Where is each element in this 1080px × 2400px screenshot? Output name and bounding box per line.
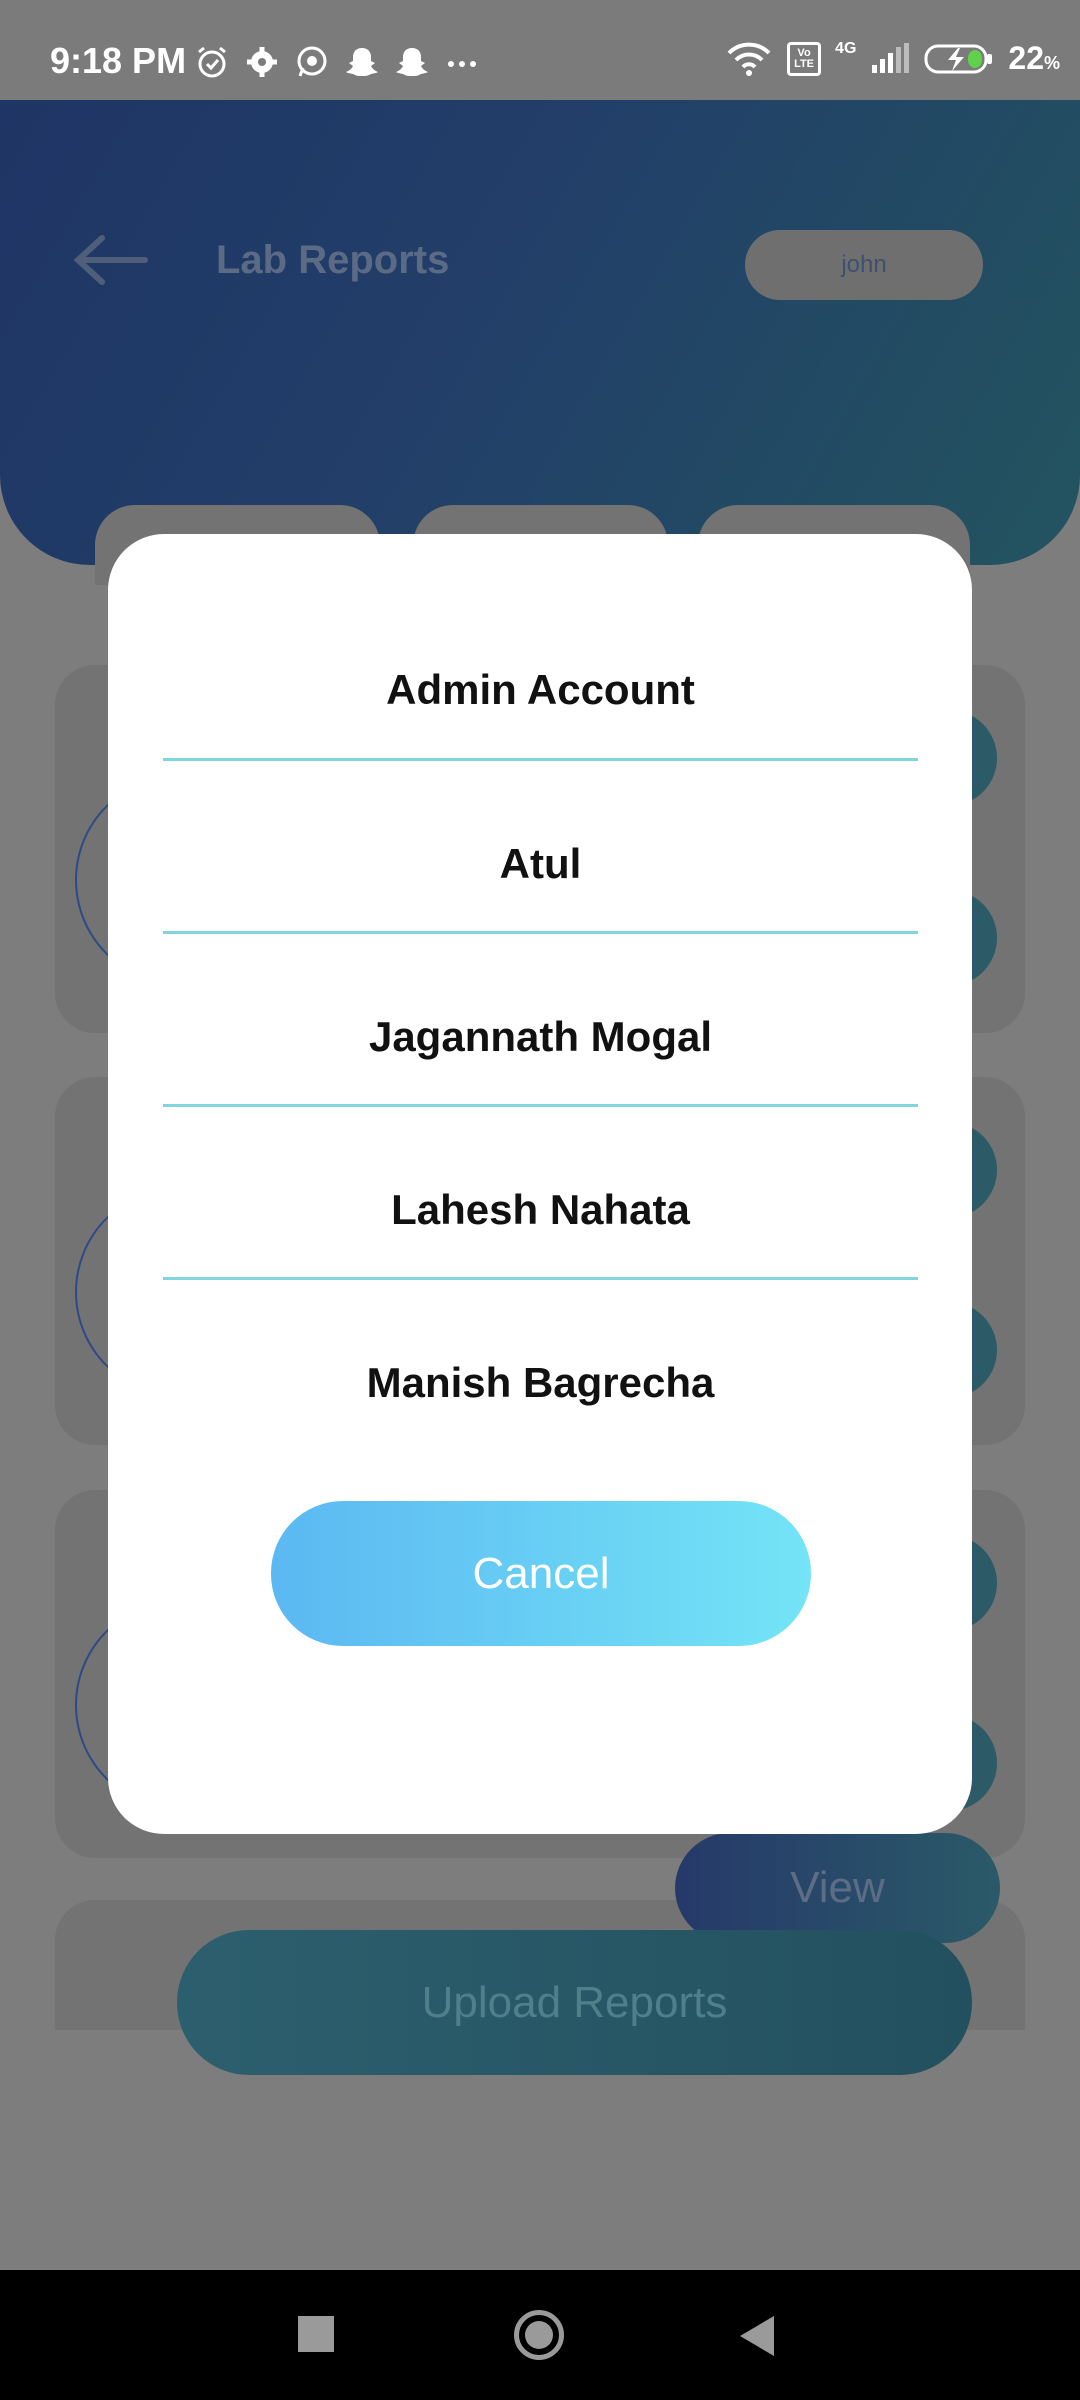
divider <box>163 758 918 761</box>
header: Lab Reports john <box>0 100 1080 565</box>
upload-reports-button[interactable]: Upload Reports <box>177 1930 972 2075</box>
battery-percent: 22% <box>1008 40 1060 76</box>
navigation-bar <box>0 2270 1080 2400</box>
page-title: Lab Reports <box>216 238 450 282</box>
cancel-button[interactable]: Cancel <box>271 1501 811 1646</box>
divider <box>163 931 918 934</box>
wifi-icon <box>727 42 771 76</box>
signal-icon <box>872 42 910 73</box>
network-type-label: 4G <box>835 40 857 57</box>
recents-icon[interactable] <box>298 2316 334 2352</box>
back-arrow-icon[interactable] <box>70 230 150 290</box>
view-button[interactable]: View <box>675 1833 1000 1943</box>
snapchat-icon <box>396 48 428 76</box>
more-icon <box>448 61 476 67</box>
home-icon[interactable] <box>514 2310 564 2360</box>
system-icons: Vo LTE 4G 22% <box>725 40 1060 77</box>
divider <box>163 1104 918 1107</box>
account-option-manish-bagrecha[interactable]: Manish Bagrecha <box>163 1297 918 1469</box>
user-selector-pill[interactable]: john <box>745 230 983 300</box>
account-option-atul[interactable]: Atul <box>163 778 918 950</box>
whatsapp-icon <box>297 46 327 77</box>
account-option-jagannath-mogal[interactable]: Jagannath Mogal <box>163 951 918 1123</box>
alarm-icon <box>198 46 226 78</box>
status-bar: 9:18 PM Vo LTE 4G 22% <box>0 0 1080 100</box>
notification-icons <box>194 44 480 80</box>
snapchat-icon <box>346 48 378 76</box>
back-icon[interactable] <box>740 2316 774 2356</box>
account-option-admin-account[interactable]: Admin Account <box>163 604 918 776</box>
status-time: 9:18 PM <box>50 40 187 81</box>
account-select-dialog: Admin Account Atul Jagannath Mogal Lahes… <box>108 534 972 1834</box>
battery-charging-icon <box>924 44 993 73</box>
settings-icon <box>247 47 277 77</box>
volte-icon: Vo LTE <box>787 41 822 76</box>
account-option-lahesh-nahata[interactable]: Lahesh Nahata <box>163 1124 918 1296</box>
divider <box>163 1277 918 1280</box>
